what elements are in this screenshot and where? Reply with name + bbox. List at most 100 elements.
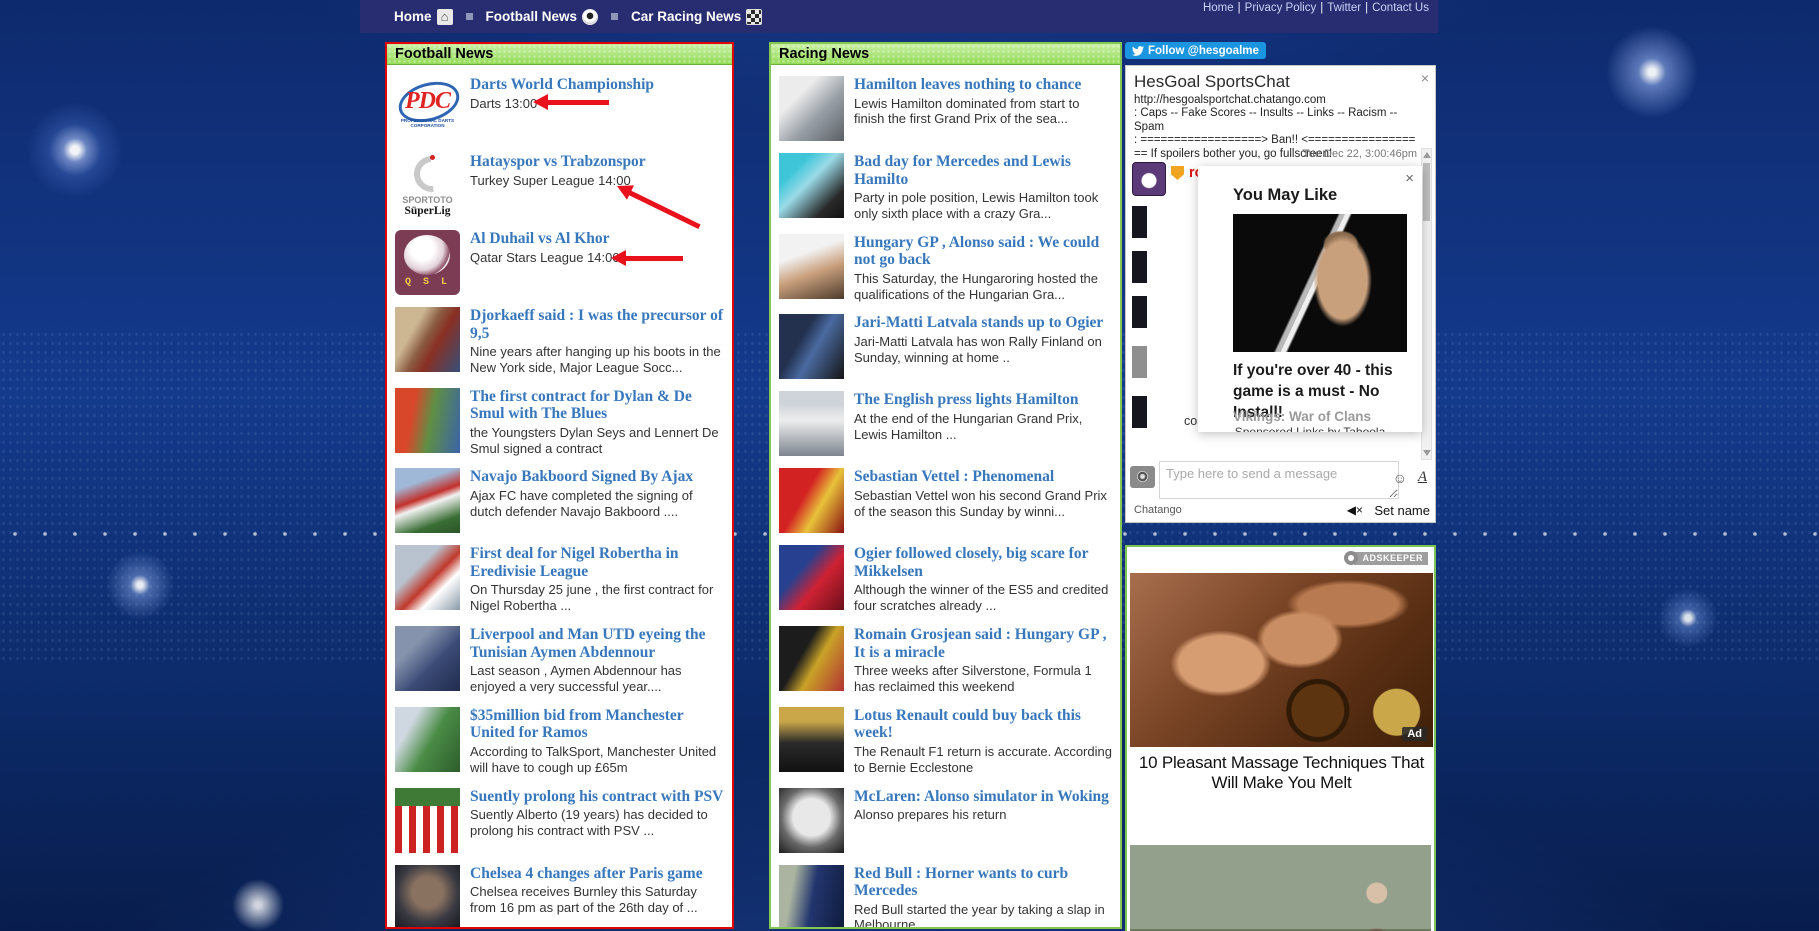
popup-advertiser: Vikings: War of Clans [1233,409,1371,424]
article-title-link[interactable]: Hamilton leaves nothing to chance [854,76,1112,94]
news-item: Hamilton leaves nothing to chance Lewis … [779,76,1112,141]
article-title-link[interactable]: Lotus Renault could buy back this week! [854,707,1112,742]
news-item: Hungary GP , Alonso said : We could not … [779,234,1112,303]
football-news-list: PDCPROFESSIONAL DARTS CORPORATION Darts … [387,76,732,929]
article-description: Chelsea receives Burnley this Saturday f… [470,884,724,916]
news-item: Liverpool and Man UTD eyeing the Tunisia… [395,626,724,695]
article-title-link[interactable]: Hungary GP , Alonso said : We could not … [854,234,1112,269]
chat-scrollbar[interactable] [1421,148,1432,460]
popup-ad-image[interactable] [1233,214,1407,352]
smiley-icon[interactable]: ☺ [1393,470,1407,486]
nav-separator [611,13,618,20]
article-description: the Youngsters Dylan Seys and Lennert De… [470,425,724,457]
top-navbar: Home⌂ Football News Car Racing News Home|P… [360,0,1438,33]
photo-mourinho[interactable] [395,865,460,929]
article-title-link[interactable]: Al Duhail vs Al Khor [470,230,724,248]
article-title-link[interactable]: Sebastian Vettel : Phenomenal [854,468,1112,486]
photo-psv[interactable] [395,788,460,853]
photo-dylan[interactable] [395,388,460,453]
article-title-link[interactable]: The first contract for Dylan & De Smul w… [470,388,724,423]
popup-close-icon[interactable]: × [1405,170,1414,187]
photo-robertha[interactable] [395,545,460,610]
photo-hamilton-portrait[interactable] [779,76,844,141]
article-description: Jari-Matti Latvala has won Rally Finland… [854,334,1112,366]
ads-panel: ADSKEEPER Ad 10 Pleasant Massage Techniq… [1125,545,1436,931]
article-title-link[interactable]: Hatayspor vs Trabzonspor [470,153,724,171]
photo-mclaren-alonso[interactable] [779,788,844,853]
user-avatar[interactable] [1132,162,1166,196]
top-link-privacy-policy[interactable]: Privacy Policy [1245,2,1317,14]
twitter-bird-icon [1132,45,1144,57]
scroll-up-icon[interactable] [1423,152,1431,158]
twitter-follow-button[interactable]: Follow @hesgoalme [1125,42,1266,59]
racing-news-column: Racing News Hamilton leaves nothing to c… [769,42,1122,929]
article-title-link[interactable]: Bad day for Mercedes and Lewis Hamilto [854,153,1112,188]
article-title-link[interactable]: Darts World Championship [470,76,724,94]
photo-ajax[interactable] [395,468,460,533]
article-description: Qatar Stars League 14:00 [470,250,724,266]
popup-sponsored-label[interactable]: Sponsored Links by Taboola [1198,425,1422,432]
chat-message-avatar [1132,396,1147,428]
photo-lotus-garage[interactable] [779,707,844,772]
pdc-logo[interactable]: PDCPROFESSIONAL DARTS CORPORATION [395,76,460,141]
massage-ad-caption[interactable]: 10 Pleasant Massage Techniques That Will… [1129,753,1434,794]
top-link-contact-us[interactable]: Contact Us [1372,2,1429,14]
camera-icon[interactable] [1130,466,1155,488]
article-description: Party in pole position, Lewis Hamilton t… [854,190,1112,222]
car-ad-image[interactable] [1130,845,1431,931]
article-title-link[interactable]: Suently prolong his contract with PSV [470,788,724,806]
article-title-link[interactable]: $35million bid from Manchester United fo… [470,707,724,742]
photo-djorkaeff[interactable] [395,307,460,372]
twitter-follow-label: Follow @hesgoalme [1148,45,1259,57]
article-title-link[interactable]: Navajo Bakboord Signed By Ajax [470,468,724,486]
nav-link-home[interactable]: Home⌂ [394,9,453,25]
set-name-link[interactable]: Set name [1374,503,1430,518]
scrollbar-thumb[interactable] [1423,163,1430,221]
article-description: Although the winner of the ES5 and credi… [854,582,1112,614]
secondary-nav-links: Home|Privacy Policy|Twitter|Contact Us [1203,2,1429,14]
top-link-twitter[interactable]: Twitter [1327,2,1361,14]
photo-ogier-cap[interactable] [779,545,844,610]
article-title-link[interactable]: Red Bull : Horner wants to curb Mercedes [854,865,1112,900]
football-news-header: Football News [387,44,732,65]
chat-close-icon[interactable]: × [1421,70,1429,86]
photo-vettel-trophy[interactable] [779,468,844,533]
article-description: Lewis Hamilton dominated from start to f… [854,96,1112,128]
article-title-link[interactable]: The English press lights Hamilton [854,391,1112,409]
article-title-link[interactable]: McLaren: Alonso simulator in Woking [854,788,1112,806]
chat-url: http://hesgoalsportchat.chatango.com [1134,94,1326,106]
article-description: Ajax FC have completed the signing of du… [470,488,724,520]
moderator-shield-icon [1171,166,1184,180]
qsl-logo[interactable]: Q S L [395,230,460,295]
photo-grosjean-car[interactable] [779,626,844,691]
photo-abdennour[interactable] [395,626,460,691]
chat-widget: HesGoal SportsChat × http://hesgoalsport… [1125,65,1436,523]
chatango-brand-link[interactable]: Chatango [1134,504,1182,516]
top-link-home[interactable]: Home [1203,2,1234,14]
text-format-icon[interactable]: A [1418,469,1427,486]
article-title-link[interactable]: Liverpool and Man UTD eyeing the Tunisia… [470,626,724,661]
photo-ramos[interactable] [395,707,460,772]
photo-latvala-cockpit[interactable] [779,314,844,379]
adskeeper-logo[interactable]: ADSKEEPER [1344,551,1428,565]
article-title-link[interactable]: Romain Grosjean said : Hungary GP , It i… [854,626,1112,661]
nav-link-football-news[interactable]: Football News [486,9,599,25]
massage-ad-image[interactable]: Ad [1130,573,1433,747]
nav-link-car-racing-news[interactable]: Car Racing News [631,9,762,25]
article-title-link[interactable]: First deal for Nigel Robertha in Eredivi… [470,545,724,580]
photo-alonso-cap[interactable] [779,234,844,299]
supertoto-logo[interactable]: SPORTOTOSüperLig [395,153,460,218]
article-title-link[interactable]: Chelsea 4 changes after Paris game [470,865,724,883]
article-title-link[interactable]: Djorkaeff said : I was the precursor of … [470,307,724,342]
mute-icon[interactable]: ◀× [1347,503,1363,517]
article-title-link[interactable]: Ogier followed closely, big scare for Mi… [854,545,1112,580]
photo-hamilton-helmet[interactable] [779,391,844,456]
scroll-down-icon[interactable] [1423,450,1431,456]
article-description: Sebastian Vettel won his second Grand Pr… [854,488,1112,520]
news-item: Red Bull : Horner wants to curb Mercedes… [779,865,1112,929]
photo-mercedes-duo[interactable] [779,153,844,218]
photo-redbull-car[interactable] [779,865,844,929]
news-item: First deal for Nigel Robertha in Eredivi… [395,545,724,614]
chat-message-input[interactable] [1159,461,1399,499]
article-title-link[interactable]: Jari-Matti Latvala stands up to Ogier [854,314,1112,332]
